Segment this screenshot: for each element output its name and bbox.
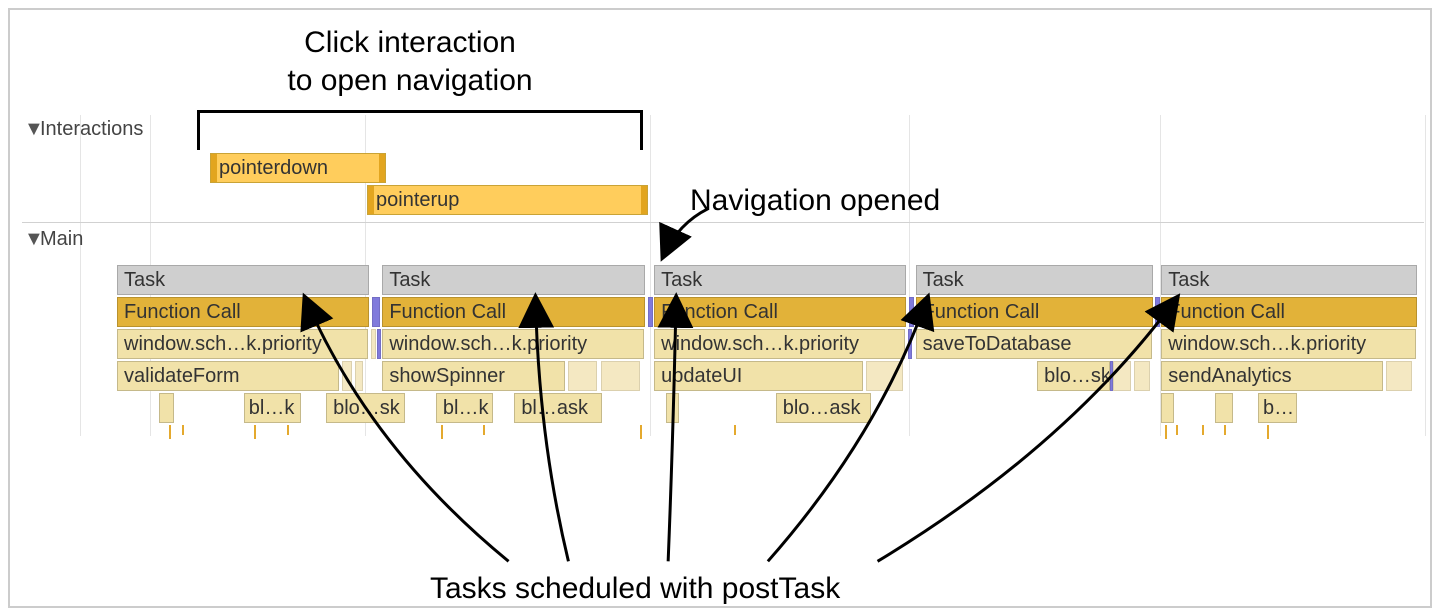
flame-bar: blo…ask bbox=[776, 393, 871, 423]
interaction-pointerdown: pointerdown bbox=[210, 153, 386, 183]
flame-ticks bbox=[117, 425, 1424, 447]
track-header-main: ▼Main bbox=[24, 228, 83, 251]
flame-bar: window.sch…k.priority bbox=[1161, 329, 1416, 359]
interaction-pointerup: pointerup bbox=[367, 185, 648, 215]
flame-bar: bl…ask bbox=[514, 393, 602, 423]
function-call-bar: Function Call bbox=[382, 297, 645, 327]
flame-bar: sendAnalytics bbox=[1161, 361, 1383, 391]
flame-bar: bl…k bbox=[244, 393, 302, 423]
task-bar: Task bbox=[654, 265, 906, 295]
flame-bar: saveToDatabase bbox=[916, 329, 1153, 359]
function-call-bar: Function Call bbox=[117, 297, 369, 327]
flame-bar: blo…sk bbox=[326, 393, 404, 423]
flame-bar: window.sch…k.priority bbox=[117, 329, 368, 359]
disclosure-triangle-icon: ▼ bbox=[24, 118, 36, 141]
annotation-click-interaction: Click interaction to open navigation bbox=[200, 24, 620, 99]
flame-bar: updateUI bbox=[654, 361, 863, 391]
interaction-bracket bbox=[197, 110, 643, 150]
flame-row-functioncall: Function Call Function Call Function Cal… bbox=[117, 297, 1424, 327]
flame-bar: window.sch…k.priority bbox=[654, 329, 905, 359]
track-label-main: Main bbox=[40, 228, 83, 250]
flame-bar: validateForm bbox=[117, 361, 339, 391]
task-bar: Task bbox=[916, 265, 1154, 295]
diagram-frame: Click interaction to open navigation ▼In… bbox=[8, 8, 1432, 608]
flame-row-4: validateForm showSpinner updateUI blo…sk… bbox=[117, 361, 1424, 391]
task-bar: Task bbox=[1161, 265, 1417, 295]
flame-row-5: bl…k blo…sk bl…k bl…ask blo…ask b… bbox=[117, 393, 1424, 423]
track-header-interactions: ▼Interactions bbox=[24, 118, 143, 141]
flame-bar: blo…sk bbox=[1037, 361, 1110, 391]
flame-bar: bl…k bbox=[436, 393, 494, 423]
disclosure-triangle-icon: ▼ bbox=[24, 228, 36, 251]
task-bar: Task bbox=[382, 265, 645, 295]
flame-row-task: Task Task Task Task Task bbox=[117, 265, 1424, 295]
flame-bar: showSpinner bbox=[382, 361, 565, 391]
flame-bar: b… bbox=[1258, 393, 1297, 423]
annotation-navigation-opened: Navigation opened bbox=[690, 182, 940, 220]
task-bar: Task bbox=[117, 265, 369, 295]
track-label-interactions: Interactions bbox=[40, 118, 143, 140]
function-call-bar: Function Call bbox=[916, 297, 1154, 327]
function-call-bar: Function Call bbox=[1161, 297, 1417, 327]
function-call-bar: Function Call bbox=[654, 297, 906, 327]
annotation-posttask: Tasks scheduled with postTask bbox=[430, 570, 840, 608]
main-flame-chart: Task Task Task Task Task Function Call F… bbox=[117, 265, 1424, 447]
flame-bar: window.sch…k.priority bbox=[382, 329, 643, 359]
flame-row-3: window.sch…k.priority window.sch…k.prior… bbox=[117, 329, 1424, 359]
